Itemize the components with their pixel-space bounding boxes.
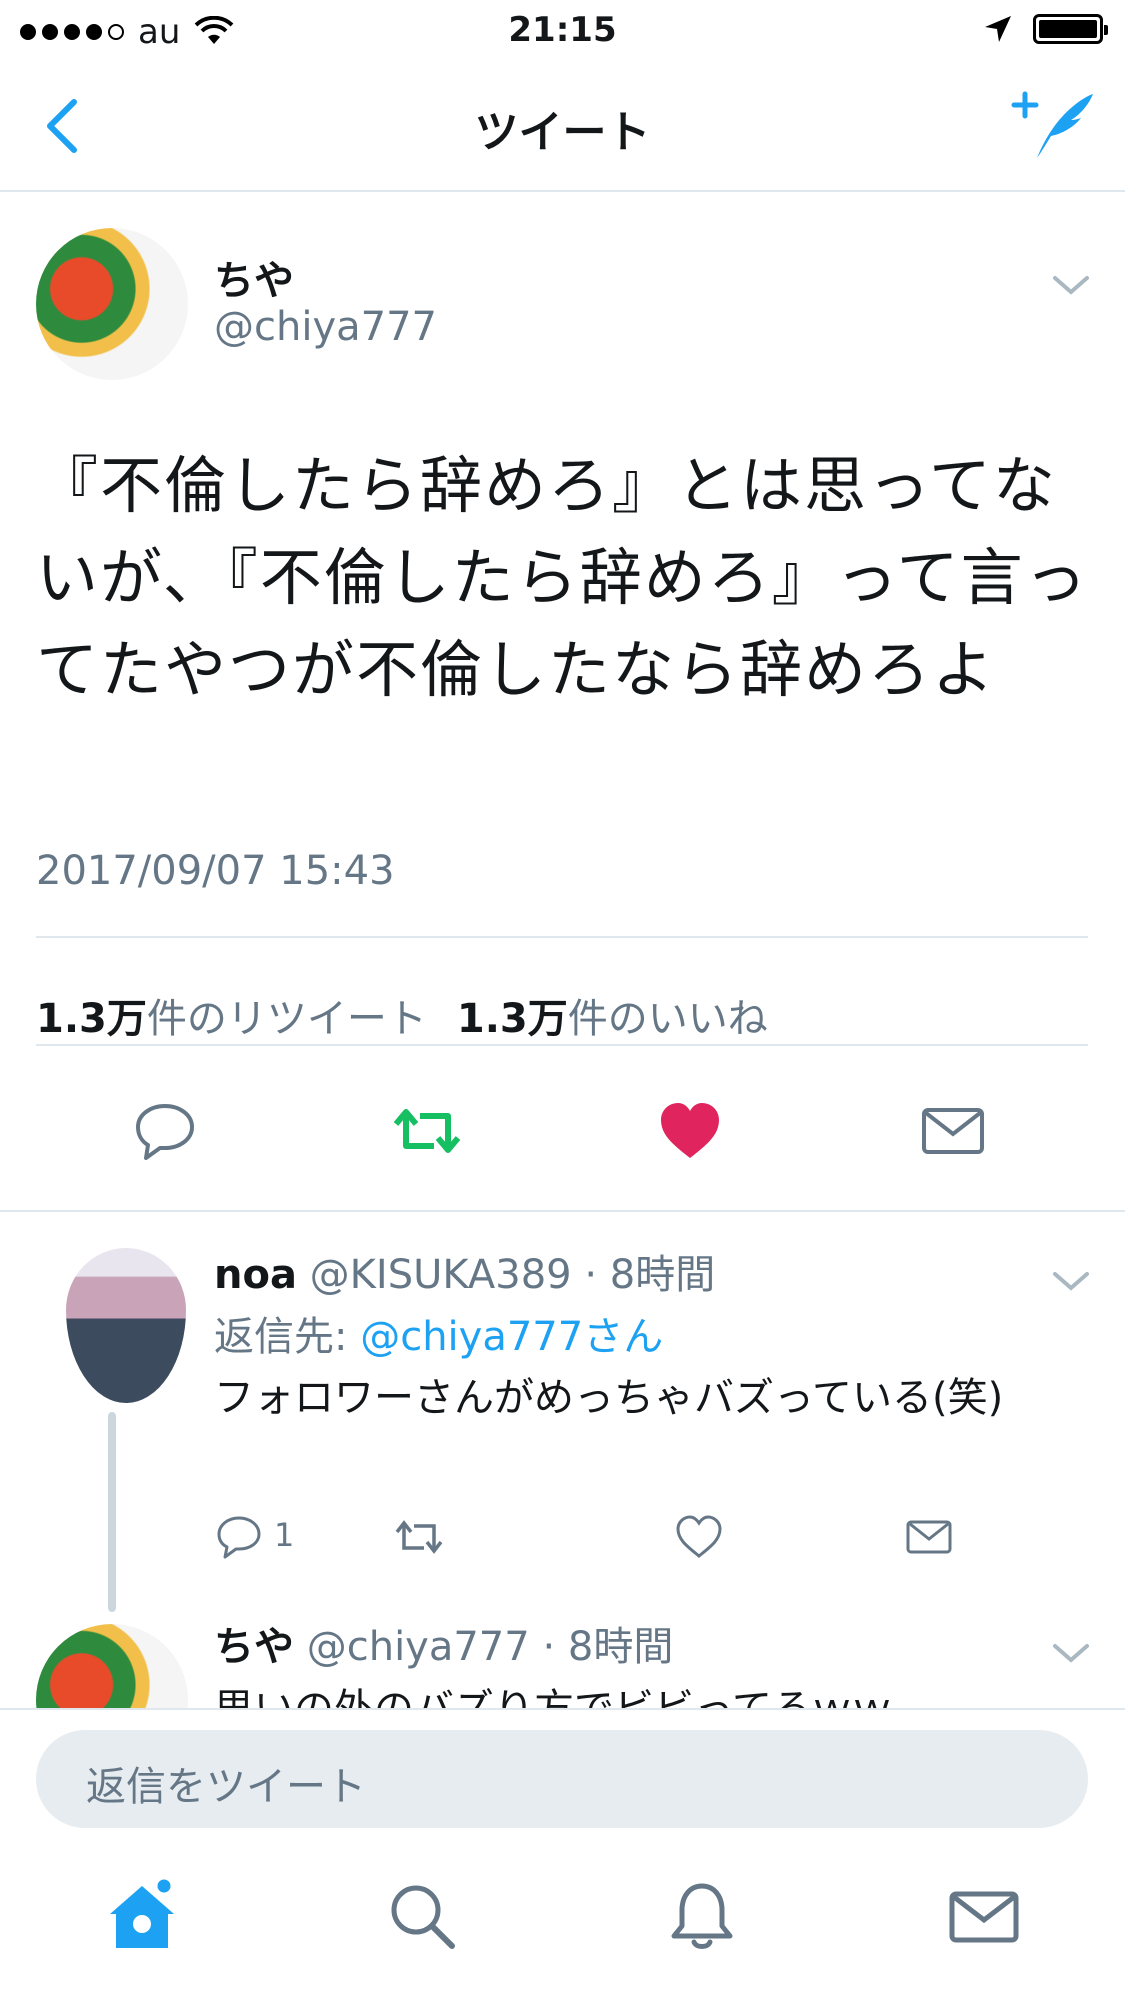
- notifications-icon[interactable]: [662, 1876, 742, 1956]
- tweet-actions: [0, 1074, 1125, 1194]
- divider: [36, 1044, 1088, 1046]
- thread-line: [108, 1412, 116, 1612]
- location-icon: [985, 16, 1011, 42]
- author-handle[interactable]: @chiya777: [307, 1624, 530, 1670]
- retweet-icon[interactable]: [394, 1512, 444, 1562]
- like-icon[interactable]: [655, 1096, 725, 1166]
- tweet-stats: 1.3万件のリツイート 1.3万件のいいね: [36, 986, 768, 1044]
- reply-icon[interactable]: [130, 1096, 200, 1166]
- reply-text: 思いの外のバズり方でビビってるｗｗ: [214, 1676, 892, 1708]
- like-stat[interactable]: 1.3万件のいいね: [457, 986, 768, 1044]
- messages-icon[interactable]: [944, 1876, 1024, 1956]
- author-handle[interactable]: @KISUKA389: [310, 1252, 572, 1298]
- home-icon[interactable]: [102, 1876, 182, 1956]
- reply-tweet[interactable]: ちや @chiya777 · 8時間 思いの外のバズり方でビビってるｗｗ: [0, 1600, 1125, 1708]
- avatar[interactable]: [36, 228, 188, 380]
- dm-icon[interactable]: [904, 1512, 954, 1562]
- avatar[interactable]: [36, 1624, 188, 1708]
- search-icon[interactable]: [382, 1876, 462, 1956]
- tweet-text: 『不倫したら辞めろ』とは思ってないが、『不倫したら辞めろ』って言ってたやつが不倫…: [36, 449, 1089, 706]
- clock: 21:15: [508, 10, 617, 50]
- reply-to-label: 返信先:: [214, 1314, 348, 1360]
- retweet-label: 件のリツイート: [146, 996, 427, 1042]
- retweet-stat[interactable]: 1.3万件のリツイート: [36, 986, 427, 1044]
- compose-icon[interactable]: [1011, 86, 1095, 162]
- battery-icon: [1033, 14, 1108, 44]
- author-name[interactable]: noa: [214, 1252, 297, 1298]
- reply-time: · 8時間: [542, 1624, 674, 1670]
- reply-to-link[interactable]: @chiya777さん: [360, 1314, 663, 1360]
- nav-bar: ツイート: [0, 60, 1125, 192]
- reply-actions: 1: [214, 1512, 1014, 1572]
- status-bar: au 21:15: [0, 0, 1125, 60]
- reply-placeholder: 返信をツイート: [86, 1764, 366, 1810]
- retweet-count: 1.3万: [36, 996, 147, 1042]
- dm-icon[interactable]: [918, 1096, 988, 1166]
- reply-input[interactable]: 返信をツイート: [36, 1730, 1088, 1828]
- reply-text: フォロワーさんがめっちゃバズっている(笑): [214, 1375, 1004, 1421]
- author-name[interactable]: ちや: [214, 248, 294, 306]
- reply-to: 返信先: @chiya777さん: [214, 1304, 663, 1362]
- like-label: 件のいいね: [567, 996, 768, 1042]
- tweet-timestamp: 2017/09/07 15:43: [36, 848, 395, 894]
- tab-bar: [0, 1846, 1125, 2001]
- divider: [0, 1210, 1125, 1212]
- page-title: ツイート: [474, 107, 651, 158]
- chevron-down-icon[interactable]: [1051, 272, 1091, 298]
- like-count: 1.3万: [456, 996, 568, 1042]
- reply-icon[interactable]: [214, 1512, 264, 1562]
- reply-count: 1: [274, 1516, 295, 1554]
- like-icon[interactable]: [674, 1512, 724, 1562]
- divider: [36, 936, 1088, 938]
- avatar[interactable]: [66, 1248, 186, 1403]
- retweet-icon[interactable]: [392, 1096, 462, 1166]
- chevron-down-icon[interactable]: [1051, 1268, 1091, 1294]
- author-name[interactable]: ちや: [214, 1624, 294, 1670]
- chevron-down-icon[interactable]: [1051, 1640, 1091, 1666]
- reply-time: · 8時間: [584, 1252, 716, 1298]
- reply-composer-bar: 返信をツイート: [0, 1708, 1125, 1844]
- author-handle[interactable]: @chiya777: [214, 304, 437, 350]
